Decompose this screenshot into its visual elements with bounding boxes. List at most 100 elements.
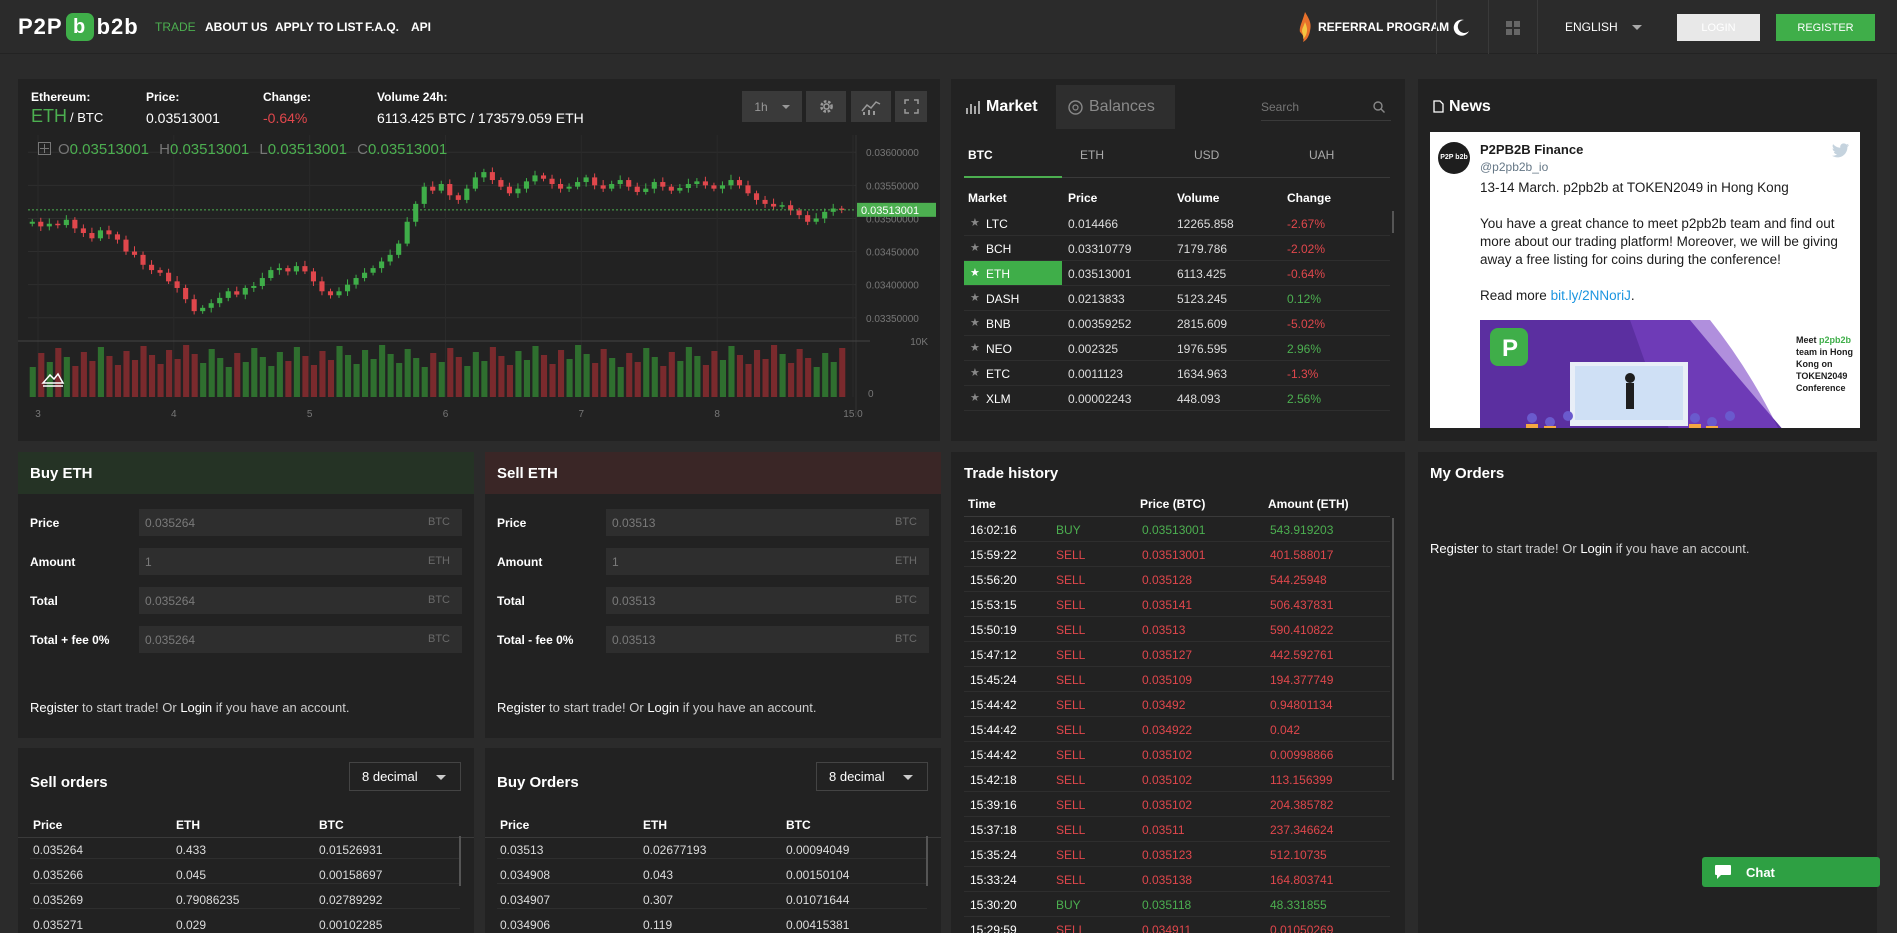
trade-row[interactable]: 15:44:42 SELL 0.03492 0.94801134 xyxy=(964,692,1390,717)
market-col-price[interactable]: Price xyxy=(1068,191,1097,205)
star-icon[interactable]: ★ xyxy=(970,391,980,404)
order-row[interactable]: 0.034907 0.307 0.01071644 xyxy=(497,889,927,909)
star-icon[interactable]: ★ xyxy=(970,341,980,354)
trade-row[interactable]: 15:33:24 SELL 0.035138 164.803741 xyxy=(964,867,1390,892)
scrollbar[interactable] xyxy=(459,836,461,886)
order-row[interactable]: 0.035269 0.79086235 0.02789292 xyxy=(30,889,460,909)
market-row[interactable]: ★ NEO 0.002325 1976.595 2.96% xyxy=(964,336,1390,361)
market-row[interactable]: ★ DASH 0.0213833 5123.245 0.12% xyxy=(964,286,1390,311)
trade-row[interactable]: 15:42:18 SELL 0.035102 113.156399 xyxy=(964,767,1390,792)
tweet-card[interactable]: P2P b2b P2PB2B Finance @p2pb2b_io 13-14 … xyxy=(1430,132,1860,428)
order-row[interactable]: 0.03513 0.02677193 0.00094049 xyxy=(497,839,927,859)
order-row[interactable]: 0.034908 0.043 0.00150104 xyxy=(497,864,927,884)
sell-decimal-select[interactable]: 8 decimal xyxy=(349,762,461,791)
star-icon[interactable]: ★ xyxy=(970,216,980,229)
register-link[interactable]: Register xyxy=(497,700,545,715)
buy-fee-input[interactable]: 0.035264 BTC xyxy=(139,626,462,653)
interval-select[interactable]: 1h xyxy=(742,91,802,122)
star-icon[interactable]: ★ xyxy=(970,266,980,279)
chat-button[interactable]: Chat xyxy=(1702,857,1880,887)
market-row[interactable]: ★ ETH 0.03513001 6113.425 -0.64% xyxy=(964,261,1390,286)
sell-amount-input[interactable]: 1 ETH xyxy=(606,548,929,575)
legend-toggle-icon[interactable] xyxy=(38,142,51,155)
buy-amount-input[interactable]: 1 ETH xyxy=(139,548,462,575)
login-button[interactable]: LOGIN xyxy=(1677,14,1760,41)
tweet-author[interactable]: P2PB2B Finance xyxy=(1480,142,1583,157)
order-row[interactable]: 0.034906 0.119 0.00415381 xyxy=(497,914,927,933)
buy-total-input[interactable]: 0.035264 BTC xyxy=(139,587,462,614)
twitter-icon[interactable] xyxy=(1832,143,1850,158)
login-link[interactable]: Login xyxy=(180,700,212,715)
register-link[interactable]: Register xyxy=(30,700,78,715)
chart-settings-button[interactable] xyxy=(806,91,846,122)
referral-program-link[interactable]: REFERRAL PROGRAM xyxy=(1296,10,1449,44)
trade-row[interactable]: 15:39:16 SELL 0.035102 204.385782 xyxy=(964,792,1390,817)
scrollbar[interactable] xyxy=(1392,518,1394,780)
scrollbar[interactable] xyxy=(1392,211,1394,233)
trade-row[interactable]: 15:29:59 SELL 0.034911 0.01050269 xyxy=(964,917,1390,933)
trade-row[interactable]: 15:59:22 SELL 0.03513001 401.588017 xyxy=(964,542,1390,567)
tab-market[interactable]: Market xyxy=(951,79,1050,135)
register-link[interactable]: Register xyxy=(1430,541,1478,556)
moon-icon[interactable] xyxy=(1453,19,1470,36)
currency-tab-btc[interactable]: BTC xyxy=(968,148,993,162)
trade-row[interactable]: 15:50:19 SELL 0.03513 590.410822 xyxy=(964,617,1390,642)
sell-total-input[interactable]: 0.03513 BTC xyxy=(606,587,929,614)
register-button[interactable]: REGISTER xyxy=(1776,14,1875,41)
market-col-market[interactable]: Market xyxy=(968,191,1007,205)
login-link[interactable]: Login xyxy=(647,700,679,715)
buy-price-input[interactable]: 0.035264 BTC xyxy=(139,509,462,536)
order-row[interactable]: 0.035266 0.045 0.00158697 xyxy=(30,864,460,884)
star-icon[interactable]: ★ xyxy=(970,291,980,304)
market-row[interactable]: ★ LTC 0.014466 12265.858 -2.67% xyxy=(964,211,1390,236)
buy-decimal-select[interactable]: 8 decimal xyxy=(816,762,928,791)
nav-link-faq[interactable]: F.A.Q. xyxy=(365,20,399,34)
tweet-link[interactable]: bit.ly/2NNoriJ xyxy=(1551,288,1631,303)
fullscreen-button[interactable] xyxy=(895,91,927,122)
nav-link-apply[interactable]: APPLY TO LIST xyxy=(275,20,363,34)
trade-row[interactable]: 15:30:20 BUY 0.035118 48.331855 xyxy=(964,892,1390,917)
market-col-change[interactable]: Change xyxy=(1287,191,1331,205)
star-icon[interactable]: ★ xyxy=(970,366,980,379)
tab-balances[interactable]: Balances xyxy=(1056,85,1175,129)
buy-amount-label: Amount xyxy=(30,555,76,569)
logo[interactable]: P2P b b2b xyxy=(18,13,139,41)
trade-row[interactable]: 15:45:24 SELL 0.035109 194.377749 xyxy=(964,667,1390,692)
trade-row[interactable]: 15:44:42 SELL 0.035102 0.00998866 xyxy=(964,742,1390,767)
trade-row[interactable]: 15:37:18 SELL 0.03511 237.346624 xyxy=(964,817,1390,842)
currency-tab-usd[interactable]: USD xyxy=(1194,148,1219,162)
sell-fee-input[interactable]: 0.03513 BTC xyxy=(606,626,929,653)
market-row[interactable]: ★ BNB 0.00359252 2815.609 -5.02% xyxy=(964,311,1390,336)
order-row[interactable]: 0.035271 0.029 0.00102285 xyxy=(30,914,460,933)
nav-link-about[interactable]: ABOUT US xyxy=(205,20,268,34)
market-search[interactable] xyxy=(1261,95,1391,121)
market-col-volume[interactable]: Volume xyxy=(1177,191,1219,205)
order-row[interactable]: 0.035264 0.433 0.01526931 xyxy=(30,839,460,859)
tweet-banner[interactable]: P Meet p2pb2b team in Hong Kong on TOKEN… xyxy=(1480,320,1860,428)
trade-row[interactable]: 16:02:16 BUY 0.03513001 543.919203 xyxy=(964,517,1390,542)
market-row[interactable]: ★ ETC 0.0011123 1634.963 -1.3% xyxy=(964,361,1390,386)
trade-row[interactable]: 15:56:20 SELL 0.035128 544.25948 xyxy=(964,567,1390,592)
trade-row[interactable]: 15:53:15 SELL 0.035141 506.437831 xyxy=(964,592,1390,617)
nav-link-trade[interactable]: TRADE xyxy=(155,20,196,34)
search-input[interactable] xyxy=(1261,95,1366,119)
indicators-button[interactable] xyxy=(851,91,891,122)
trade-row[interactable]: 15:44:42 SELL 0.034922 0.042 xyxy=(964,717,1390,742)
tweet-handle[interactable]: @p2pb2b_io xyxy=(1480,160,1548,174)
currency-tab-eth[interactable]: ETH xyxy=(1080,148,1104,162)
currency-tab-uah[interactable]: UAH xyxy=(1309,148,1334,162)
nav-link-api[interactable]: API xyxy=(411,20,431,34)
star-icon[interactable]: ★ xyxy=(970,241,980,254)
sell-price-input[interactable]: 0.03513 BTC xyxy=(606,509,929,536)
trade-row[interactable]: 15:47:12 SELL 0.035127 442.592761 xyxy=(964,642,1390,667)
language-select[interactable]: ENGLISH xyxy=(1565,20,1642,34)
market-row[interactable]: ★ BCH 0.03310779 7179.786 -2.02% xyxy=(964,236,1390,261)
trade-row[interactable]: 15:35:24 SELL 0.035123 512.10735 xyxy=(964,842,1390,867)
login-link[interactable]: Login xyxy=(1580,541,1612,556)
layout-grid-icon[interactable] xyxy=(1506,21,1520,35)
scrollbar[interactable] xyxy=(926,836,928,886)
market-row[interactable]: ★ XLM 0.00002243 448.093 2.56% xyxy=(964,386,1390,411)
volume-bar xyxy=(430,353,437,397)
star-icon[interactable]: ★ xyxy=(970,316,980,329)
price-chart[interactable]: 0.036000000.035500000.035000000.03450000… xyxy=(18,135,940,435)
